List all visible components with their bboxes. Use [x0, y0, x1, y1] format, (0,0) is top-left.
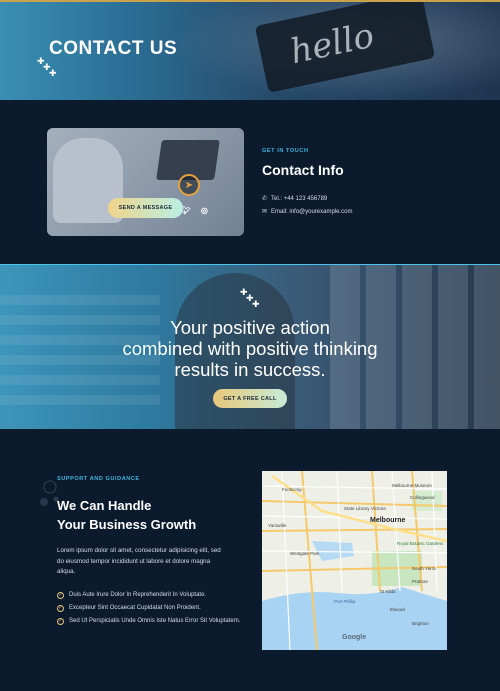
contact-card: ➤ f 🐦︎ ◎	[47, 128, 244, 236]
sparkle-icon: ✚	[252, 299, 260, 309]
quote-line: combined with positive thinking	[122, 338, 378, 359]
envelope-icon: ✉	[262, 209, 268, 215]
support-title: We Can Handle Your Business Growth	[57, 496, 196, 534]
map-label: Melbourne Museum	[392, 483, 432, 488]
support-title-line: Your Business Growth	[57, 517, 197, 532]
support-section: SUPPORT AND GUIDANCE We Can Handle Your …	[0, 429, 500, 691]
list-item: ✓ Duis Aute Irure Dolor In Reprehenderit …	[57, 592, 207, 599]
phone-line: ✆ Tel.: +44 123 456789	[262, 195, 327, 203]
map-label: State Library Victoria	[344, 506, 386, 511]
instagram-icon[interactable]: ◎	[201, 206, 208, 215]
support-body: Lorem ipsum dolor sit amet, consectetur …	[57, 547, 221, 575]
support-eyebrow: SUPPORT AND GUIDANCE	[57, 476, 140, 482]
check-circle-icon: ✓	[57, 617, 64, 625]
map-label: Port Phillip	[334, 599, 356, 604]
phone-icon: ✆	[262, 196, 268, 202]
check-circle-icon: ✓	[57, 592, 64, 599]
list-item: ✓ Sed Ut Perspiciatis Unde Omnis Iste Nat…	[57, 617, 241, 625]
map-label: Elwood	[390, 607, 405, 612]
email-line: ✉ Email: info@yourexample.com	[262, 208, 353, 216]
phone-text[interactable]: Tel.: +44 123 456789	[271, 196, 327, 202]
paper-plane-icon: ➤	[178, 174, 200, 196]
free-call-button[interactable]: GET A FREE CALL	[213, 389, 287, 408]
feature-list: ✓ Duis Aute Irure Dolor In Reprehenderit …	[57, 589, 247, 627]
quote-line: Your positive action	[170, 317, 330, 338]
map-label: Melbourne	[370, 517, 406, 524]
contact-eyebrow: GET IN TOUCH	[262, 148, 309, 154]
map-label: Westgate Park	[290, 551, 320, 556]
map-label: Collingwood	[410, 495, 435, 500]
quote-line: results in success.	[174, 359, 326, 380]
google-logo: Google	[342, 634, 367, 641]
map-label: Yarraville	[268, 523, 287, 528]
hero-banner: hello CONTACT US ✚ ✚ ✚	[0, 2, 500, 100]
location-map[interactable]: Footscray Melbourne Museum Collingwood Y…	[262, 471, 447, 650]
contact-section: ➤ f 🐦︎ ◎ GET IN TOUCH Contact Info ✆ Tel…	[0, 100, 500, 264]
email-text[interactable]: Email: info@yourexample.com	[271, 209, 352, 215]
send-message-button[interactable]: SEND A MESSAGE	[108, 198, 183, 218]
quote-text: Your positive action combined with posit…	[0, 317, 500, 380]
map-label: Footscray	[282, 487, 302, 492]
map-label: St Kilda	[380, 589, 396, 594]
list-item: ✓ Excepteur Sint Occaecat Cupidatat Non P…	[57, 604, 201, 612]
map-label: Brighton	[412, 621, 429, 626]
page-title: CONTACT US	[49, 38, 178, 59]
sparkle-icon: ✚	[49, 68, 57, 78]
check-circle-icon: ✓	[57, 604, 64, 612]
map-label: Royal Botanic Gardens	[397, 541, 444, 546]
map-label: South Yarra	[412, 566, 436, 571]
contact-title: Contact Info	[262, 162, 344, 178]
map-label: Prahran	[412, 579, 429, 584]
support-title-line: We Can Handle	[57, 498, 152, 513]
